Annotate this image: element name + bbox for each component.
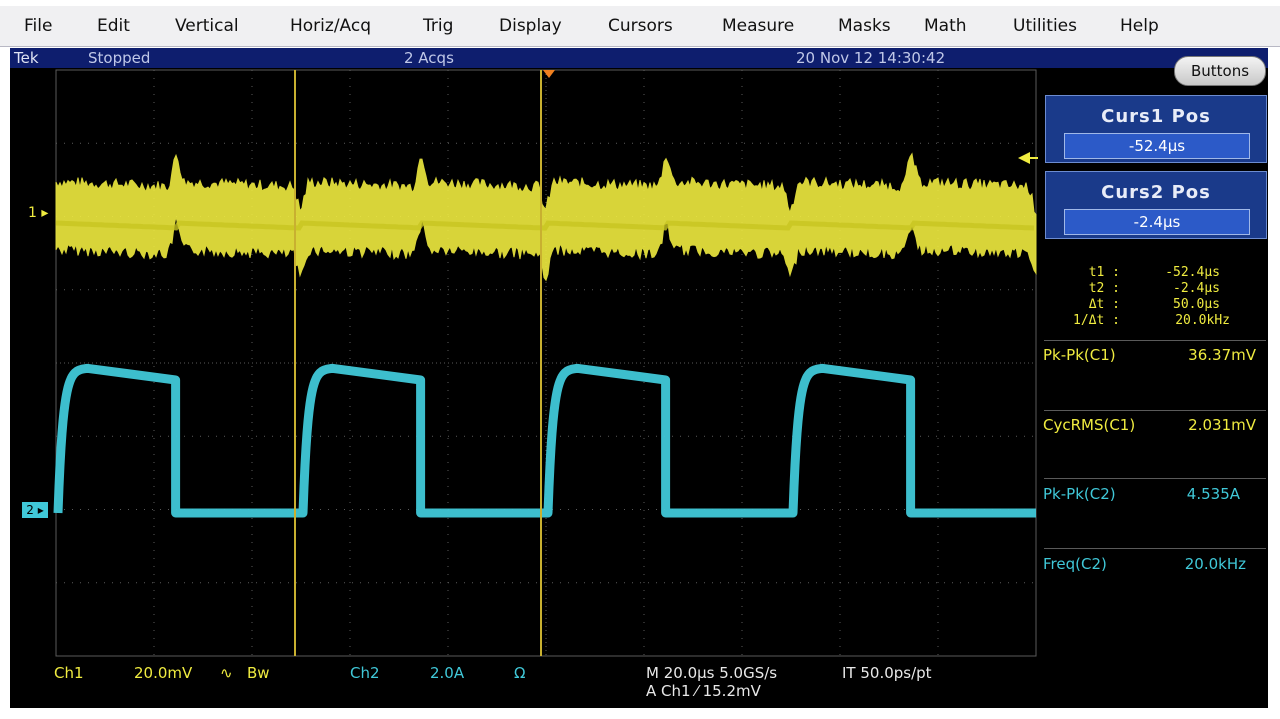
- ch2-scale[interactable]: 2.0A: [430, 664, 464, 682]
- measurement-label[interactable]: Freq(C2): [1043, 555, 1107, 573]
- menu-cursors[interactable]: Cursors: [608, 16, 673, 36]
- ch1-waveform: [55, 152, 1037, 282]
- readout-inv-delta-t-value: 20.0kHz: [1175, 313, 1230, 328]
- measurement-label[interactable]: Pk-Pk(C1): [1043, 346, 1116, 364]
- menu-measure[interactable]: Measure: [722, 16, 794, 36]
- acquisition-state: Stopped: [88, 49, 151, 67]
- ch1-label[interactable]: Ch1: [54, 664, 84, 682]
- readout-t1-value: -52.4µs: [1165, 265, 1220, 280]
- ch1-ground-marker[interactable]: 1 ▸: [28, 205, 48, 221]
- acquisition-count: 2 Acqs: [404, 49, 454, 67]
- menu-display[interactable]: Display: [499, 16, 562, 36]
- date-time: 20 Nov 12 14:30:42: [796, 49, 946, 67]
- timebase-readout[interactable]: M 20.0µs 5.0GS/s: [646, 664, 777, 682]
- readout-delta-t-label: Δt :: [1088, 297, 1120, 312]
- menu-bar: File Edit Vertical Horiz/Acq Trig Displa…: [0, 6, 1280, 47]
- menu-edit[interactable]: Edit: [97, 16, 130, 36]
- readout-delta-t-value: 50.0µs: [1173, 297, 1220, 312]
- curs2-pos-value[interactable]: -2.4µs: [1064, 209, 1250, 235]
- settings-readout-bar: Ch1 20.0mV ∿ Bw Ch2 2.0A Ω M 20.0µs 5.0G…: [10, 658, 1268, 708]
- measurement-divider: [1044, 410, 1266, 411]
- waveform-display[interactable]: [10, 68, 1040, 658]
- readout-t1-label: t1 :: [1088, 265, 1120, 280]
- curs2-pos-title: Curs2 Pos: [1101, 182, 1211, 203]
- measurement-value: 2.031mV: [1188, 416, 1256, 434]
- trigger-readout[interactable]: A Ch1 ⁄ 15.2mV: [646, 682, 761, 700]
- measurement-label[interactable]: Pk-Pk(C2): [1043, 485, 1116, 503]
- ch1-coupling-icon: ∿: [220, 664, 233, 682]
- menu-math[interactable]: Math: [924, 16, 967, 36]
- trigger-position-marker: [543, 70, 555, 78]
- waveform-canvas: [53, 69, 1038, 657]
- ch2-termination-icon: Ω: [514, 664, 526, 682]
- buttons-button[interactable]: Buttons: [1174, 56, 1266, 86]
- menu-file[interactable]: File: [24, 16, 52, 36]
- readout-inv-delta-t-label: 1/Δt :: [1073, 313, 1120, 328]
- menu-utilities[interactable]: Utilities: [1013, 16, 1077, 36]
- trigger-level-arrow: [1018, 152, 1030, 164]
- ch1-marker-label: 1: [28, 205, 37, 221]
- ch1-bandwidth-label: Bw: [247, 664, 270, 682]
- menu-help[interactable]: Help: [1120, 16, 1159, 36]
- measurement-value: 36.37mV: [1188, 346, 1256, 364]
- menu-trig[interactable]: Trig: [423, 16, 453, 36]
- curs1-pos-panel[interactable]: Curs1 Pos -52.4µs: [1045, 95, 1267, 163]
- measurement-divider: [1044, 478, 1266, 479]
- measurement-value: 4.535A: [1186, 485, 1240, 503]
- ch1-scale[interactable]: 20.0mV: [134, 664, 192, 682]
- menu-vertical[interactable]: Vertical: [175, 16, 239, 36]
- graticule-border: [55, 69, 1037, 657]
- curs2-pos-panel[interactable]: Curs2 Pos -2.4µs: [1045, 171, 1267, 239]
- interpolation-readout: IT 50.0ps/pt: [842, 664, 932, 682]
- curs1-pos-value[interactable]: -52.4µs: [1064, 133, 1250, 159]
- brand-label: Tek: [14, 49, 39, 67]
- measurement-value: 20.0kHz: [1184, 555, 1246, 573]
- measurement-label[interactable]: CycRMS(C1): [1043, 416, 1135, 434]
- ch2-marker-label: 2: [26, 503, 34, 517]
- readout-t2-value: -2.4µs: [1173, 281, 1220, 296]
- status-bar: Tek Stopped 2 Acqs 20 Nov 12 14:30:42: [10, 48, 1040, 68]
- ch2-waveform: [53, 363, 1036, 518]
- curs1-pos-title: Curs1 Pos: [1101, 106, 1211, 127]
- ch2-ground-marker[interactable]: 2 ▸: [22, 502, 48, 518]
- measurement-divider: [1044, 548, 1266, 549]
- measurement-divider: [1044, 340, 1266, 341]
- ch2-label[interactable]: Ch2: [350, 664, 380, 682]
- readout-t2-label: t2 :: [1088, 281, 1120, 296]
- menu-masks[interactable]: Masks: [838, 16, 891, 36]
- menu-horiz-acq[interactable]: Horiz/Acq: [290, 16, 371, 36]
